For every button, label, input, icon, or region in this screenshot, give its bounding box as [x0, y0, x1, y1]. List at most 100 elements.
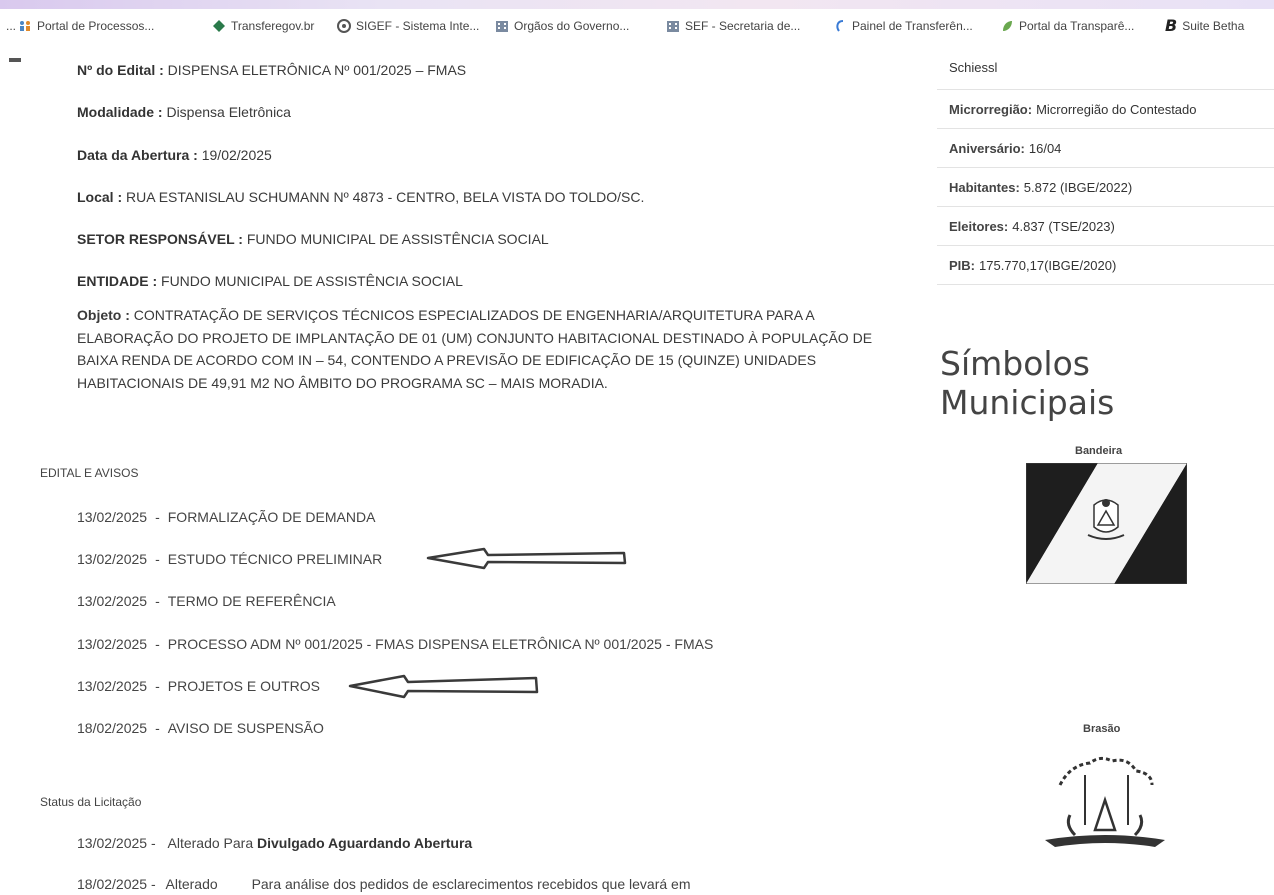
doc-date: 18/02/2025 [77, 720, 148, 736]
city-info-table: Microrregião: Microrregião do Contestado… [937, 89, 1274, 285]
doc-date: 13/02/2025 [77, 636, 148, 652]
bookmark-sigef[interactable]: SIGEF - Sistema Inte... [337, 19, 479, 33]
field-value: DISPENSA ELETRÔNICA Nº 001/2025 – FMAS [167, 62, 467, 78]
field-value: FUNDO MUNICIPAL DE ASSISTÊNCIA SOCIAL [161, 273, 463, 289]
info-value: 5.872 (IBGE/2022) [1023, 179, 1133, 195]
field-label: Data da Abertura : [77, 147, 198, 163]
bookmark-label: Orgãos do Governo... [514, 19, 630, 33]
doc-separator: - [155, 720, 160, 736]
coat-of-arms-image[interactable] [1040, 745, 1170, 855]
info-value: 16/04 [1028, 140, 1062, 156]
bookmark-painel-transferencias[interactable]: Painel de Transferên... [833, 19, 973, 33]
bookmark-portal-transparencia[interactable]: Portal da Transparê... [1000, 19, 1134, 33]
hook-icon [833, 19, 847, 33]
doc-separator: - [155, 636, 160, 652]
bookmark-transferegov[interactable]: Transferegov.br [212, 19, 314, 33]
bookmarks-bar: ... Portal de Processos... Transferegov.… [0, 9, 1274, 47]
edital-number-field: Nº do Edital : DISPENSA ELETRÔNICA Nº 00… [77, 62, 466, 78]
doc-link-aviso-suspensao[interactable]: 18/02/2025- AVISO DE SUSPENSÃO [77, 720, 324, 736]
bookmark-label: Painel de Transferên... [852, 19, 973, 33]
info-value: 175.770,17(IBGE/2020) [979, 257, 1117, 273]
doc-separator: - [155, 509, 160, 525]
status-action: Alterado Para [167, 835, 254, 851]
bookmark-label: Portal de Processos... [37, 19, 155, 33]
field-value: FUNDO MUNICIPAL DE ASSISTÊNCIA SOCIAL [246, 231, 549, 247]
betha-b-icon: B [1165, 16, 1178, 35]
diamond-icon [212, 19, 226, 33]
bookmark-label: SIGEF - Sistema Inte... [356, 19, 480, 33]
symbols-title: Símbolos Municipais [940, 344, 1115, 422]
mayor-name: Schiessl [949, 60, 998, 75]
info-row-microrregiao: Microrregião: Microrregião do Contestado [937, 90, 1274, 129]
doc-title: PROJETOS E OUTROS [167, 678, 320, 694]
status-entry: 13/02/2025 - Alterado Para Divulgado Agu… [77, 835, 472, 851]
field-label: Objeto : [77, 307, 130, 323]
info-label: Microrregião: [949, 101, 1033, 117]
status-action: Alterado [165, 876, 218, 892]
browser-top-strip [0, 0, 1274, 9]
doc-link-termo-referencia[interactable]: 13/02/2025- TERMO DE REFERÊNCIA [77, 593, 336, 609]
doc-title: PROCESSO ADM Nº 001/2025 - FMAS DISPENSA… [167, 636, 714, 652]
status-entry: 18/02/2025 - Alterado Para análise dos p… [77, 876, 690, 892]
local-field: Local : RUA ESTANISLAU SCHUMANN Nº 4873 … [77, 189, 644, 205]
bookmark-label: Suite Betha [1182, 18, 1245, 33]
doc-separator: - [155, 678, 160, 694]
flag-label: Bandeira [1075, 445, 1123, 457]
coat-of-arms-label: Brasão [1083, 723, 1121, 735]
info-value: Microrregião do Contestado [1036, 101, 1197, 117]
field-label: Nº do Edital : [77, 62, 164, 78]
field-value: 19/02/2025 [201, 147, 272, 163]
info-label: Habitantes: [949, 179, 1020, 195]
doc-title: FORMALIZAÇÃO DE DEMANDA [167, 509, 376, 525]
entidade-field: ENTIDADE : FUNDO MUNICIPAL DE ASSISTÊNCI… [77, 273, 463, 289]
doc-link-estudo-tecnico[interactable]: 13/02/2025- ESTUDO TÉCNICO PRELIMINAR [77, 551, 382, 567]
status-section-title: Status da Licitação [40, 795, 142, 809]
bookmark-suite-betha[interactable]: B Suite Betha [1165, 16, 1244, 35]
status-value: Para análise dos pedidos de esclarecimen… [251, 876, 691, 892]
field-value: RUA ESTANISLAU SCHUMANN Nº 4873 - CENTRO… [126, 189, 645, 205]
info-row-eleitores: Eleitores: 4.837 (TSE/2023) [937, 207, 1274, 246]
bookmark-label: Portal da Transparê... [1019, 19, 1135, 33]
bookmark-orgaos-governo[interactable]: Orgãos do Governo... [495, 19, 629, 33]
doc-separator: - [155, 551, 160, 567]
municipal-flag-image[interactable] [1026, 463, 1187, 584]
field-value: Dispensa Eletrônica [166, 104, 291, 120]
annotation-arrow-icon [426, 547, 627, 570]
field-label: SETOR RESPONSÁVEL : [77, 231, 243, 247]
leaf-icon [1000, 19, 1014, 33]
objeto-field: Objeto : CONTRATAÇÃO DE SERVIÇOS TÉCNICO… [77, 304, 897, 394]
doc-title: TERMO DE REFERÊNCIA [167, 593, 336, 609]
doc-title: ESTUDO TÉCNICO PRELIMINAR [167, 551, 383, 567]
people-icon [18, 19, 32, 33]
bookmark-sef[interactable]: SEF - Secretaria de... [666, 19, 800, 33]
bookmark-label: SEF - Secretaria de... [685, 19, 801, 33]
setor-field: SETOR RESPONSÁVEL : FUNDO MUNICIPAL DE A… [77, 231, 549, 247]
info-row-aniversario: Aniversário: 16/04 [937, 129, 1274, 168]
bookmark-label: Transferegov.br [231, 19, 315, 33]
doc-link-processo-adm[interactable]: 13/02/2025- PROCESSO ADM Nº 001/2025 - FM… [77, 636, 713, 652]
abertura-field: Data da Abertura : 19/02/2025 [77, 147, 272, 163]
sidebar-toggle[interactable] [9, 58, 21, 62]
status-date: 13/02/2025 - [77, 835, 156, 851]
doc-separator: - [155, 593, 160, 609]
status-value: Divulgado Aguardando Abertura [257, 835, 473, 851]
doc-title: AVISO DE SUSPENSÃO [167, 720, 324, 736]
info-label: Aniversário: [949, 140, 1025, 156]
info-row-habitantes: Habitantes: 5.872 (IBGE/2022) [937, 168, 1274, 207]
edital-section-title: EDITAL E AVISOS [40, 466, 139, 480]
modalidade-field: Modalidade : Dispensa Eletrônica [77, 104, 291, 120]
building-icon [495, 19, 509, 33]
doc-date: 13/02/2025 [77, 678, 148, 694]
info-row-pib: PIB: 175.770,17(IBGE/2020) [937, 246, 1274, 285]
doc-link-formalizacao[interactable]: 13/02/2025- FORMALIZAÇÃO DE DEMANDA [77, 509, 375, 525]
bookmark-portal-processos[interactable]: Portal de Processos... [18, 19, 154, 33]
bookmarks-overflow[interactable]: ... [6, 19, 16, 33]
info-value: 4.837 (TSE/2023) [1012, 218, 1115, 234]
doc-date: 13/02/2025 [77, 551, 148, 567]
info-label: Eleitores: [949, 218, 1009, 234]
status-date: 18/02/2025 - [77, 876, 156, 892]
doc-link-projetos-outros[interactable]: 13/02/2025- PROJETOS E OUTROS [77, 678, 320, 694]
field-label: Local : [77, 189, 123, 205]
gear-circle-icon [337, 19, 351, 33]
doc-date: 13/02/2025 [77, 593, 148, 609]
